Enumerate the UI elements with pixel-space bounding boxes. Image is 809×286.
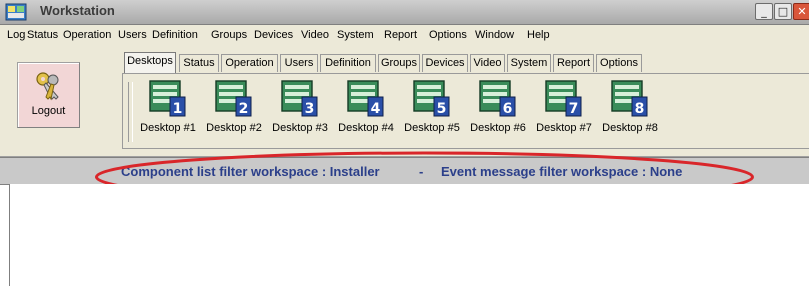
tab-operation[interactable]: Operation [221,54,278,72]
desktop-number: 2 [239,101,249,117]
menu-devices[interactable]: Devices [254,29,293,41]
desktop-button-3[interactable]: 3 Desktop #3 [267,80,333,140]
menu-video[interactable]: Video [301,29,329,41]
tab-desktops[interactable]: Desktops [124,52,176,73]
tab-definition[interactable]: Definition [320,54,376,72]
tab-devices[interactable]: Devices [422,54,468,72]
menu-report[interactable]: Report [384,29,417,41]
desktop-label: Desktop #5 [404,122,460,134]
desktop-button-2[interactable]: 2 Desktop #2 [201,80,267,140]
menu-system[interactable]: System [337,29,374,41]
desktop-label: Desktop #8 [602,122,658,134]
maximize-button[interactable]: □ [774,3,792,20]
desktop-label: Desktop #4 [338,122,394,134]
window-title: Workstation [40,3,115,18]
tab-report[interactable]: Report [553,54,594,72]
tab-video[interactable]: Video [470,54,505,72]
application-window: Workstation _ □ ✕ Log Status Operation U… [0,0,809,286]
tab-options[interactable]: Options [596,54,642,72]
menu-definition[interactable]: Definition [152,29,198,41]
desktop-button-1[interactable]: 1 Desktop #1 [135,80,201,140]
desktop-button-6[interactable]: 6 Desktop #6 [465,80,531,140]
keys-icon [36,72,59,101]
desktop-number: 3 [305,101,315,117]
desktop-number: 5 [437,101,447,117]
event-filter-status: Event message filter workspace : None [441,164,683,179]
desktop-button-7[interactable]: 7 Desktop #7 [531,80,597,140]
menu-bar: Log Status Operation Users Definition Gr… [0,25,809,47]
desktop-number: 1 [173,101,183,117]
menu-groups[interactable]: Groups [211,29,247,41]
desktop-number: 7 [569,101,579,117]
logout-label: Logout [31,105,66,117]
desktop-button-5[interactable]: 5 Desktop #5 [399,80,465,140]
tab-status[interactable]: Status [179,54,219,72]
desktop-number: 4 [371,101,381,117]
workstation-app-icon [5,3,27,21]
toolbar-panel: Logout Desktops Status Operation Users D… [0,46,809,157]
tab-users[interactable]: Users [280,54,318,72]
desktop-label: Desktop #1 [140,122,196,134]
menu-options[interactable]: Options [429,29,467,41]
menu-log[interactable]: Log [7,29,25,41]
tab-system[interactable]: System [507,54,551,72]
filter-status-bar: Component list filter workspace : Instal… [0,157,809,185]
desktop-label: Desktop #7 [536,122,592,134]
menu-help[interactable]: Help [527,29,550,41]
desktop-label: Desktop #6 [470,122,526,134]
desktop-window-icon: 8 [611,80,648,117]
desktop-number: 8 [635,101,645,117]
work-area[interactable] [9,184,809,286]
desktop-label: Desktop #2 [206,122,262,134]
desktop-button-8[interactable]: 8 Desktop #8 [597,80,663,140]
status-separator: - [419,164,424,179]
desktop-window-icon: 7 [545,80,582,117]
desktop-window-icon: 2 [215,80,252,117]
desktop-label: Desktop #3 [272,122,328,134]
tab-groups[interactable]: Groups [378,54,420,72]
menu-operation[interactable]: Operation [63,29,111,41]
desktops-tab-page: 1 Desktop #1 2 Desktop #2 3 Desktop #3 4… [122,73,809,149]
desktop-window-icon: 5 [413,80,450,117]
desktop-number: 6 [503,101,513,117]
menu-users[interactable]: Users [118,29,147,41]
desktop-window-icon: 4 [347,80,384,117]
close-button[interactable]: ✕ [793,3,809,20]
desktop-window-icon: 6 [479,80,516,117]
component-filter-status: Component list filter workspace : Instal… [121,164,380,179]
desktop-window-icon: 3 [281,80,318,117]
title-bar[interactable]: Workstation _ □ ✕ [0,0,809,25]
minimize-button[interactable]: _ [755,3,773,20]
desktop-window-icon: 1 [149,80,186,117]
menu-window[interactable]: Window [475,29,514,41]
logout-button[interactable]: Logout [17,62,80,128]
desktop-button-4[interactable]: 4 Desktop #4 [333,80,399,140]
menu-status[interactable]: Status [27,29,58,41]
